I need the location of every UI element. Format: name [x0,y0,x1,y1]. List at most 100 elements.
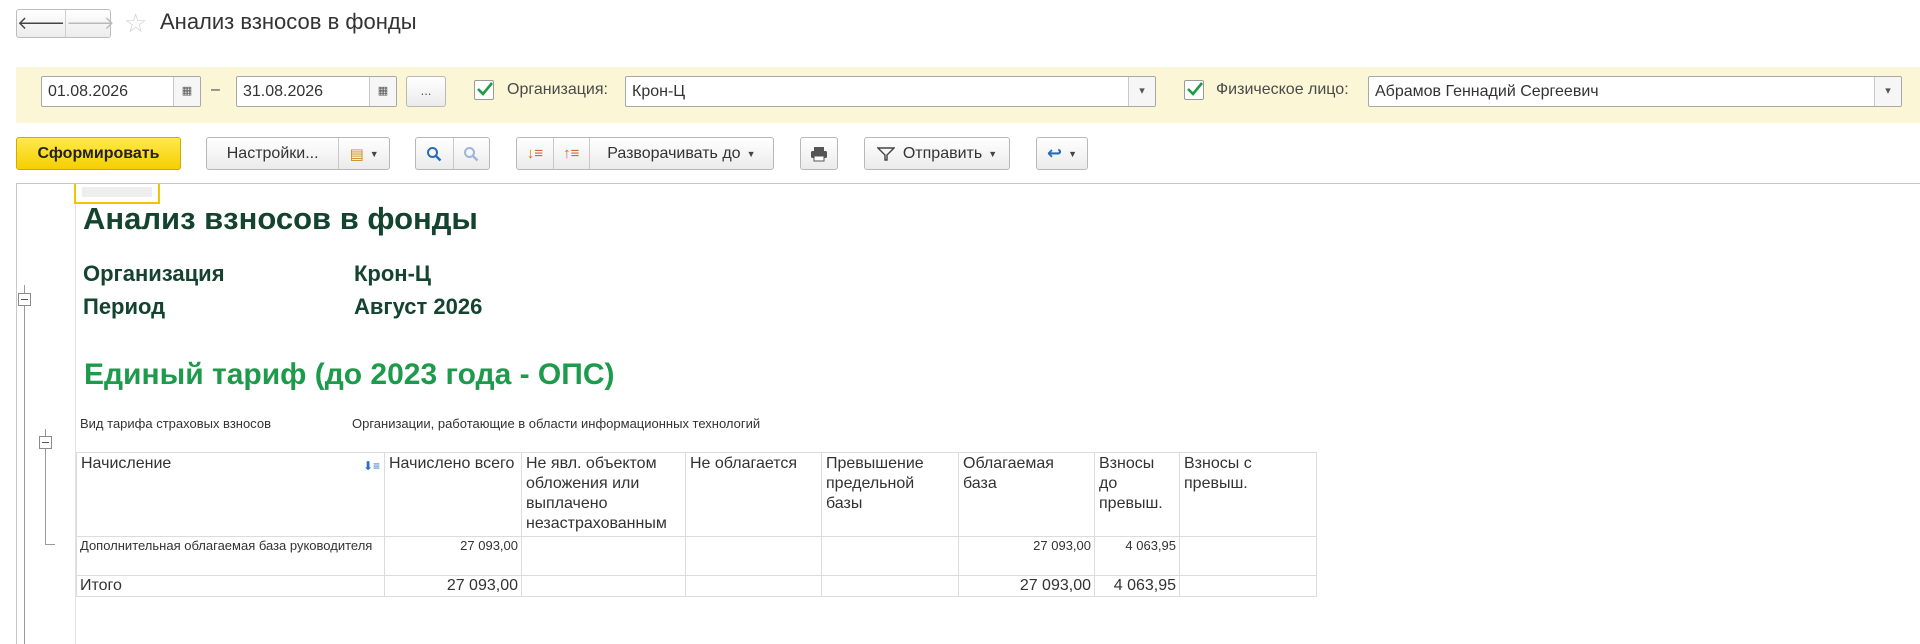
date-to-field[interactable]: 31.08.2026 ▦ [236,76,397,107]
table-cell[interactable] [685,536,822,576]
checkmark-icon [477,82,494,96]
collapse-group-icon[interactable] [18,293,31,306]
dropdown-icon[interactable]: ▾ [1128,77,1155,106]
checkmark-icon [1187,82,1204,96]
table-row[interactable]: Дополнительная облагаемая база руководит… [76,536,1317,576]
period-label: Период [83,294,166,319]
send-button[interactable]: Отправить ▼ [864,137,1010,170]
org-value: Крон-Ц [354,261,431,286]
search-button-group [415,137,490,170]
report-area: Анализ взносов в фонды Организация Крон-… [16,183,1920,644]
chevron-down-icon: ▼ [369,148,379,159]
variants-button[interactable]: ▤ ▼ [338,138,389,169]
organization-value: Крон-Ц [632,83,686,100]
chevron-down-icon: ▼ [988,148,998,159]
generate-button[interactable]: Сформировать [16,137,181,170]
search-clear-icon [464,146,479,161]
period-select-button[interactable]: ... [406,76,446,107]
column-header[interactable]: Взносы до превыш. [1094,452,1180,537]
date-separator: – [211,81,220,98]
expand-to-button[interactable]: Разворачивать до ▼ [588,138,773,169]
table-cell[interactable]: Итого [76,575,385,597]
expand-icon: ↑≡ [563,145,580,162]
period-value: Август 2026 [354,294,483,319]
calendar-icon[interactable]: ▦ [369,77,396,106]
table-cell[interactable] [1179,575,1317,597]
table-header: Начисление ⬇≡ Начислено всего Не явл. объ… [76,452,1317,537]
column-header[interactable]: Взносы с превыш. [1179,452,1317,537]
arrow-right-icon: 🡒 [66,13,115,33]
expand-to-label: Разворачивать до [607,144,741,162]
report-table: Начисление ⬇≡ Начислено всего Не явл. объ… [76,452,1317,597]
table-cell[interactable]: 4 063,95 [1094,536,1180,576]
person-value: Абрамов Геннадий Сергеевич [1375,83,1599,100]
org-label: Организация [83,261,225,286]
clipboard-icon: ▤ [349,145,364,163]
send-icon [876,146,895,161]
table-cell[interactable] [1179,536,1317,576]
search-button[interactable] [416,146,453,162]
date-to-value: 31.08.2026 [243,83,324,100]
table-cell[interactable]: 27 093,00 [384,536,522,576]
settings-button-group: Настройки... ▤ ▼ [206,137,390,170]
return-arrow-icon: ↩ [1046,143,1063,163]
expand-button-group: ↓≡ ↑≡ Разворачивать до ▼ [516,137,774,170]
table-cell[interactable]: 4 063,95 [1094,575,1180,597]
group-line [45,544,55,545]
table-cell[interactable] [685,575,822,597]
dropdown-icon[interactable]: ▾ [1874,77,1901,106]
report-title: Анализ взносов в фонды [83,201,478,236]
calendar-icon[interactable]: ▦ [173,77,200,106]
search-reset-button[interactable] [452,138,490,169]
column-header[interactable]: Облагаемая база [958,452,1095,537]
table-cell[interactable]: Дополнительная облагаемая база руководит… [76,536,385,576]
total-row[interactable]: Итого 27 093,00 27 093,00 4 063,95 [76,575,1317,597]
printer-icon [811,146,827,161]
column-header[interactable]: Начислено всего [384,452,522,537]
chevron-down-icon: ▼ [746,148,756,159]
arrow-left-icon: 🡐 [17,13,66,33]
column-header[interactable]: Начисление ⬇≡ [76,452,385,537]
column-header[interactable]: Не облагается [685,452,822,537]
table-cell[interactable] [821,536,959,576]
back-button[interactable]: 🡐 [17,10,65,37]
table-cell[interactable] [821,575,959,597]
table-cell[interactable] [521,575,686,597]
tariff-value: Организации, работающие в области информ… [352,416,761,431]
expand-groups-button[interactable]: ↑≡ [552,138,589,169]
search-icon [427,146,442,161]
column-header[interactable]: Не явл. объектом обложения или выплачено… [521,452,686,537]
star-icon[interactable]: ☆ [124,8,147,39]
sort-icon[interactable]: ⬇≡ [363,456,380,476]
send-label: Отправить [902,144,983,162]
table-cell[interactable]: 27 093,00 [958,536,1095,576]
window-title: Анализ взносов в фонды [160,9,417,34]
table-cell[interactable]: 27 093,00 [958,575,1095,597]
forward-button[interactable]: 🡒 [65,10,115,37]
navigation-buttons: 🡐 🡒 [16,9,115,38]
column-header[interactable]: Превышение предельной базы [821,452,959,537]
section-title: Единый тариф (до 2023 года - ОПС) [84,358,615,391]
organization-label: Организация: [507,81,608,98]
person-checkbox[interactable] [1184,80,1204,100]
group-line [24,285,25,644]
grouping-gutter [17,184,76,644]
table-cell[interactable] [521,536,686,576]
organization-checkbox[interactable] [474,80,494,100]
print-button[interactable] [800,137,838,170]
date-from-value: 01.08.2026 [48,83,129,100]
person-field[interactable]: Абрамов Геннадий Сергеевич ▾ [1368,76,1902,107]
tariff-label: Вид тарифа страховых взносов [80,416,271,431]
settings-button[interactable]: Настройки... [207,145,338,163]
collapse-groups-button[interactable]: ↓≡ [517,145,553,162]
collapse-icon: ↓≡ [526,145,544,162]
collapse-group-icon[interactable] [39,436,52,449]
organization-field[interactable]: Крон-Ц ▾ [625,76,1156,107]
chevron-down-icon: ▼ [1068,148,1077,159]
title-bar: 🡐 🡒 ☆ Анализ взносов в фонды [0,0,1920,48]
more-actions-button[interactable]: ↩ ▼ [1036,137,1088,170]
filter-panel: 01.08.2026 ▦ – 31.08.2026 ▦ ... Организа… [16,67,1920,123]
date-from-field[interactable]: 01.08.2026 ▦ [41,76,201,107]
table-cell[interactable]: 27 093,00 [384,575,522,597]
person-label: Физическое лицо: [1216,81,1349,98]
